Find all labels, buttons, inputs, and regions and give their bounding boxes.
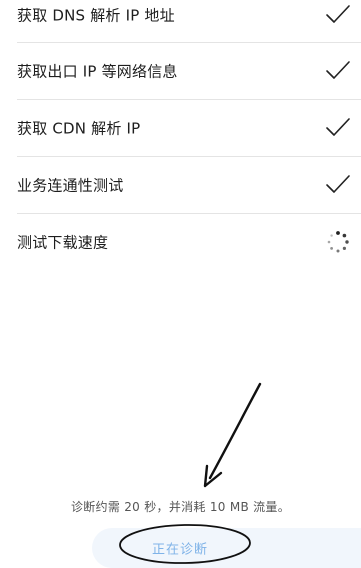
check-item-egress-ip: 获取出口 IP 等网络信息 [0,43,361,99]
checkmark-icon [326,118,350,136]
check-item-label: 获取出口 IP 等网络信息 [17,62,178,81]
check-item-cdn: 获取 CDN 解析 IP [0,100,361,156]
checkmark-icon [326,61,350,79]
hand-drawn-arrow-icon [203,382,262,488]
check-item-label: 测试下载速度 [17,233,109,252]
check-item-label: 获取 DNS 解析 IP 地址 [17,6,175,25]
check-item-connectivity: 业务连通性测试 [0,157,361,213]
checkmark-icon [326,175,350,193]
check-item-download-speed: 测试下载速度 [0,214,361,270]
loading-spinner-icon [327,231,349,253]
diagnosing-button-label: 正在诊断 [152,542,209,558]
diagnosing-button[interactable]: 正在诊断 [92,528,361,568]
diagnosis-duration-note: 诊断约需 20 秒，并消耗 10 MB 流量。 [70,500,291,514]
check-item-dns: 获取 DNS 解析 IP 地址 [0,0,361,43]
checkmark-icon [326,5,350,23]
check-item-label: 业务连通性测试 [17,176,124,195]
network-diagnosis-screen: 获取 DNS 解析 IP 地址 获取出口 IP 等网络信息 获取 CDN 解析 … [0,0,361,568]
check-item-label: 获取 CDN 解析 IP [17,119,141,138]
